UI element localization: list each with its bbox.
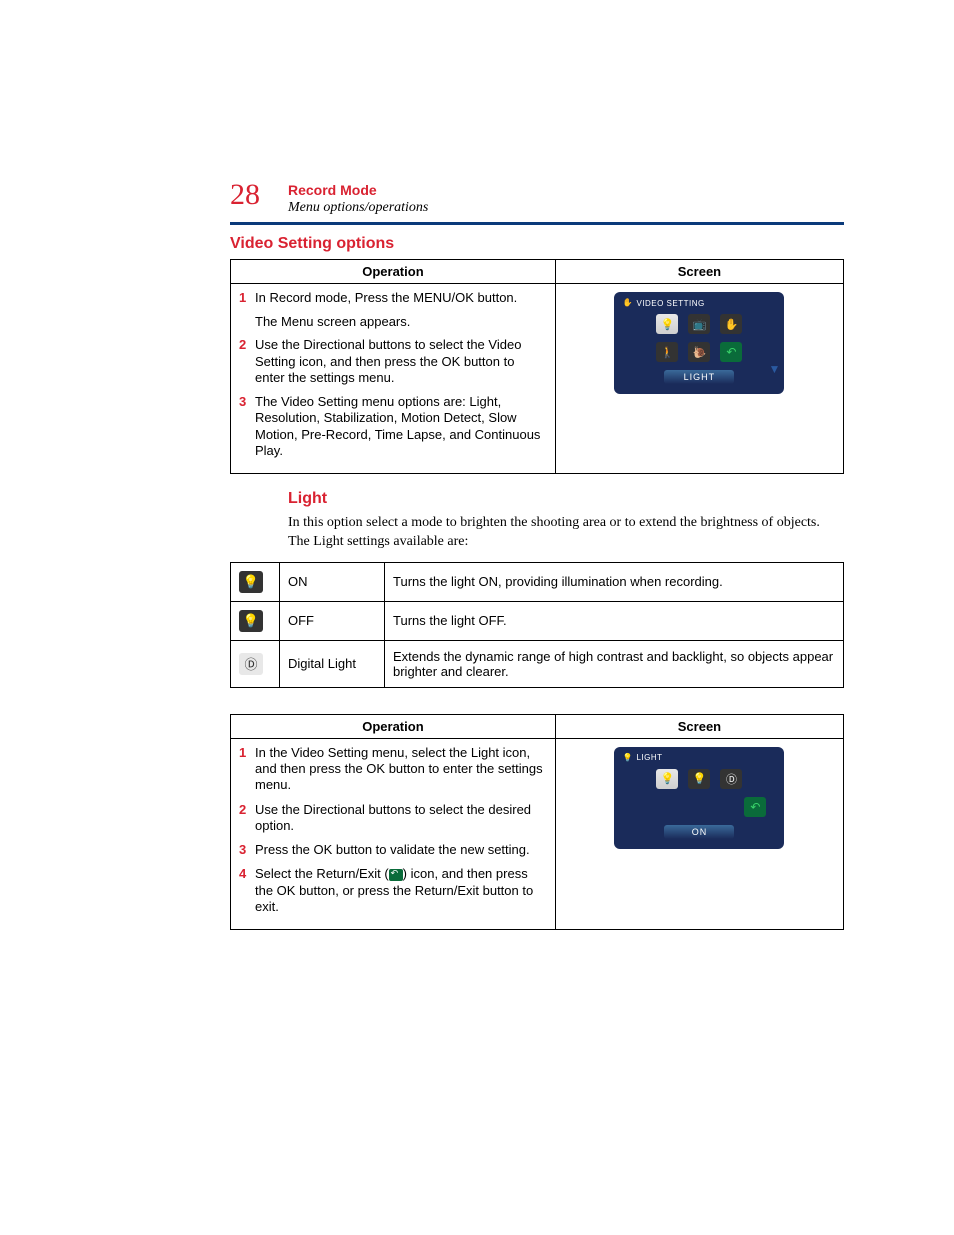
page-header: 28 Record Mode Menu options/operations (230, 180, 844, 216)
step-number: 3 (239, 842, 255, 858)
return-icon: ↶ (744, 797, 766, 817)
light-icon: 💡 (656, 314, 678, 334)
header-divider (230, 222, 844, 225)
resolution-icon: 📺 (688, 314, 710, 334)
bulb-on-icon: 💡 (239, 571, 263, 593)
step-number: 2 (239, 337, 255, 386)
step-text: In Record mode, Press the MENU/OK button… (255, 290, 517, 306)
step-row: 1 In the Video Setting menu, select the … (239, 745, 547, 794)
icon-row-1: 💡 📺 ✋ (622, 314, 776, 334)
light-intro-text: In this option select a mode to brighten… (288, 514, 844, 552)
step-text: In the Video Setting menu, select the Li… (255, 745, 547, 794)
option-desc: Turns the light OFF. (385, 601, 844, 640)
option-row-digital: Ⓓ Digital Light Extends the dynamic rang… (231, 640, 844, 687)
step-number: 1 (239, 745, 255, 794)
screen-status-bar: LIGHT (664, 370, 734, 384)
step-text: Press the OK button to validate the new … (255, 842, 530, 858)
step-row: 2 Use the Directional buttons to select … (239, 802, 547, 835)
option-desc: Extends the dynamic range of high contra… (385, 640, 844, 687)
bulb-digital-icon: Ⓓ (239, 653, 263, 675)
light-on-icon: 💡 (656, 769, 678, 789)
step-text: Use the Directional buttons to select th… (255, 802, 547, 835)
hand-icon: ✋ (622, 298, 632, 308)
col-header-operation: Operation (231, 714, 556, 738)
return-icon: ↶ (720, 342, 742, 362)
light-operation-table: Operation Screen 1 In the Video Setting … (230, 714, 844, 930)
step-row: 3 Press the OK button to validate the ne… (239, 842, 547, 858)
stabilization-icon: ✋ (720, 314, 742, 334)
step-text: The Video Setting menu options are: Ligh… (255, 394, 547, 459)
icon-row-2: ↶ (622, 797, 776, 817)
col-header-operation: Operation (231, 260, 556, 284)
icon-row-2: 🚶 🐌 ↶ (622, 342, 776, 362)
screen-title-row: ✋ VIDEO SETTING (622, 298, 776, 308)
page-number: 28 (230, 180, 260, 210)
option-icon-cell: 💡 (231, 601, 280, 640)
col-header-screen: Screen (555, 714, 843, 738)
option-row-off: 💡 OFF Turns the light OFF. (231, 601, 844, 640)
step-number: 2 (239, 802, 255, 835)
option-name: ON (280, 562, 385, 601)
screen-title-text: LIGHT (636, 753, 662, 762)
icon-row-1: 💡 💡 Ⓓ (622, 769, 776, 789)
col-header-screen: Screen (555, 260, 843, 284)
bulb-off-icon: 💡 (239, 610, 263, 632)
screen-cell: ✋ VIDEO SETTING 💡 📺 ✋ 🚶 🐌 ↶ ▼ LIGHT (555, 284, 843, 474)
light-options-table: 💡 ON Turns the light ON, providing illum… (230, 562, 844, 688)
light-digital-icon: Ⓓ (720, 769, 742, 789)
step-row: 1 In Record mode, Press the MENU/OK butt… (239, 290, 547, 306)
option-name: OFF (280, 601, 385, 640)
chapter-title: Record Mode (288, 182, 428, 198)
return-exit-icon (389, 869, 403, 881)
bulb-icon: 💡 (622, 753, 632, 763)
screen-title-text: VIDEO SETTING (636, 299, 704, 308)
step-text: Select the Return/Exit () icon, and then… (255, 866, 547, 915)
camera-screen-videosetting: ✋ VIDEO SETTING 💡 📺 ✋ 🚶 🐌 ↶ ▼ LIGHT (614, 292, 784, 394)
step-number: 1 (239, 290, 255, 306)
step-row: 4 Select the Return/Exit () icon, and th… (239, 866, 547, 915)
motion-detect-icon: 🚶 (656, 342, 678, 362)
scroll-down-icon: ▼ (769, 362, 781, 376)
option-icon-cell: Ⓓ (231, 640, 280, 687)
screen-status-bar: ON (664, 825, 734, 839)
light-off-icon: 💡 (688, 769, 710, 789)
header-text: Record Mode Menu options/operations (288, 180, 428, 216)
option-desc: Turns the light ON, providing illuminati… (385, 562, 844, 601)
section-heading: Video Setting options (230, 235, 844, 253)
step-subtext: The Menu screen appears. (255, 314, 547, 329)
operation-cell: 1 In Record mode, Press the MENU/OK butt… (231, 284, 556, 474)
step4-pre: Select the Return/Exit ( (255, 866, 389, 881)
operation-cell: 1 In the Video Setting menu, select the … (231, 738, 556, 929)
option-name: Digital Light (280, 640, 385, 687)
screen-title-row: 💡 LIGHT (622, 753, 776, 763)
subsection-heading: Light (288, 490, 844, 508)
screen-cell: 💡 LIGHT 💡 💡 Ⓓ ↶ ON (555, 738, 843, 929)
step-number: 3 (239, 394, 255, 459)
step-number: 4 (239, 866, 255, 915)
option-icon-cell: 💡 (231, 562, 280, 601)
camera-screen-light: 💡 LIGHT 💡 💡 Ⓓ ↶ ON (614, 747, 784, 849)
option-row-on: 💡 ON Turns the light ON, providing illum… (231, 562, 844, 601)
step-row: 2 Use the Directional buttons to select … (239, 337, 547, 386)
step-row: 3 The Video Setting menu options are: Li… (239, 394, 547, 459)
slow-motion-icon: 🐌 (688, 342, 710, 362)
manual-page: 28 Record Mode Menu options/operations V… (0, 0, 954, 990)
step-text: Use the Directional buttons to select th… (255, 337, 547, 386)
chapter-subtitle: Menu options/operations (288, 200, 428, 216)
video-setting-operation-table: Operation Screen 1 In Record mode, Press… (230, 259, 844, 474)
